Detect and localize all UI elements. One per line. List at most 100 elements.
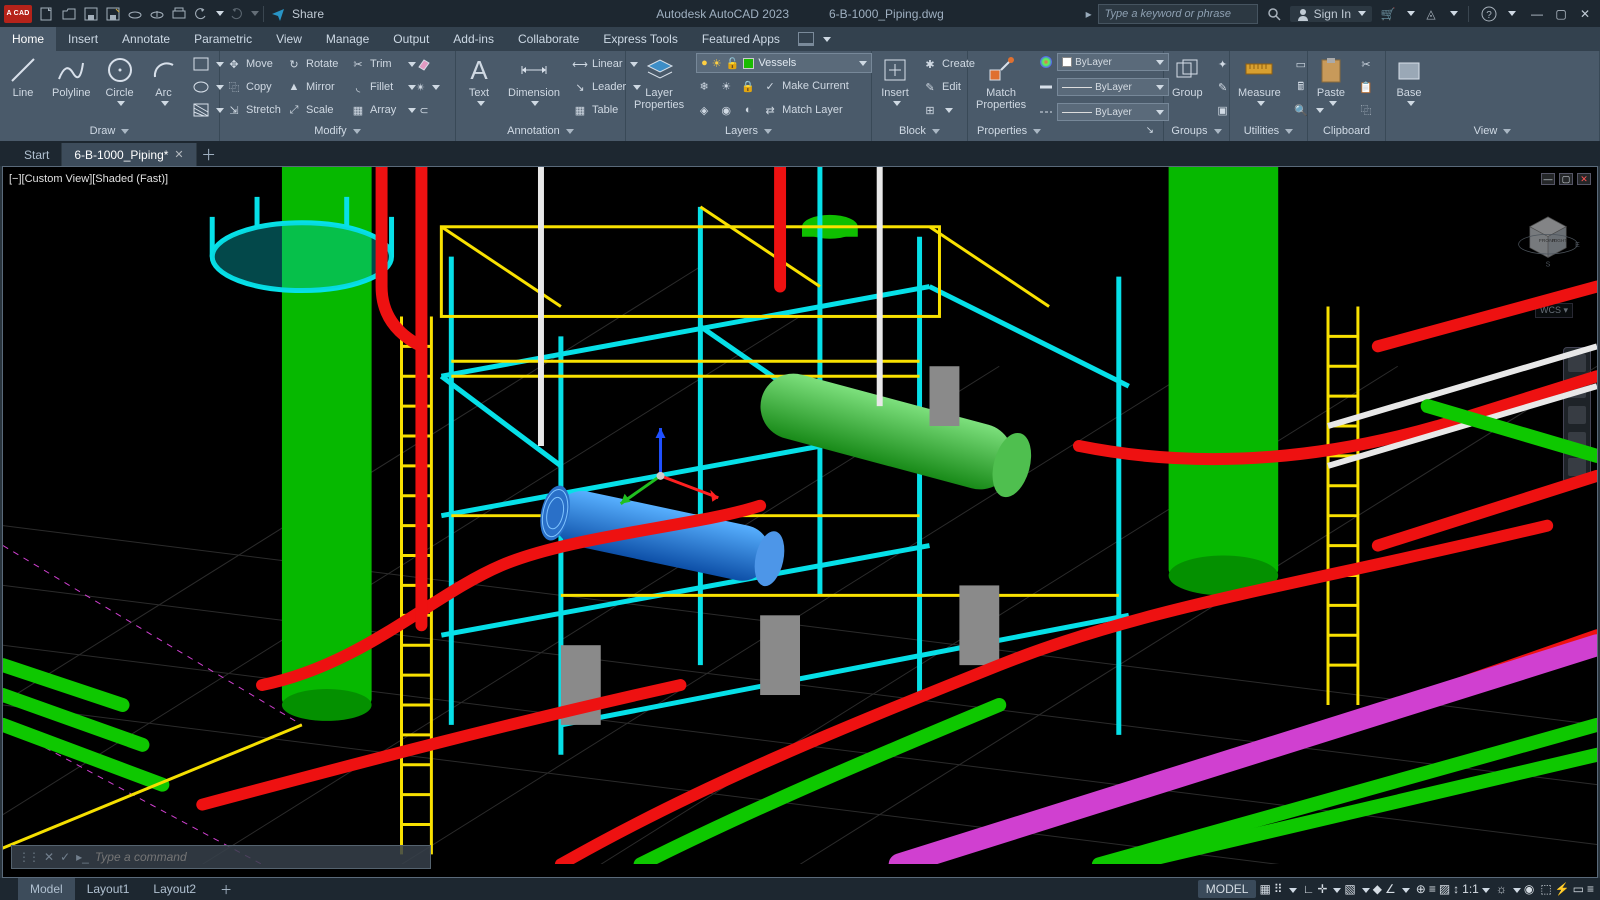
text-button[interactable]: AText	[462, 53, 496, 108]
isodraft-dropdown-icon[interactable]	[1359, 882, 1370, 896]
close-button[interactable]: ✕	[1576, 5, 1594, 23]
command-line[interactable]: ⋮⋮ ✕ ✓ ▸_	[11, 845, 431, 869]
mirror-button[interactable]: ▲Mirror	[286, 76, 350, 98]
dynamic-input-icon[interactable]: ⊕	[1416, 882, 1426, 896]
cart-dropdown-icon[interactable]	[1407, 11, 1415, 16]
plot-icon[interactable]	[169, 4, 189, 24]
stretch-button[interactable]: ⇲Stretch	[226, 99, 286, 121]
file-tab[interactable]: 6-B-1000_Piping*✕	[62, 143, 196, 167]
group-button[interactable]: Group	[1170, 53, 1205, 101]
trim-button[interactable]: ✂Trim	[350, 53, 416, 75]
autodesk-app-icon[interactable]: ◬	[1421, 4, 1441, 24]
otrack-dropdown-icon[interactable]	[1399, 882, 1410, 896]
tab-collaborate[interactable]: Collaborate	[506, 27, 591, 51]
model-tab[interactable]: Model	[18, 878, 75, 900]
clean-screen-icon[interactable]: ▭	[1573, 882, 1584, 896]
make-current-button[interactable]: ✓Make Current	[762, 75, 849, 97]
layer-tool1-icon[interactable]: ❄	[696, 75, 712, 97]
snap-dropdown-icon[interactable]	[1286, 882, 1297, 896]
polar-dropdown-icon[interactable]	[1330, 882, 1341, 896]
tab-view[interactable]: View	[264, 27, 314, 51]
layer-tool4-icon[interactable]: ◈	[696, 99, 712, 121]
layer-selector[interactable]: ●☀🔓 Vessels	[696, 53, 872, 73]
ungroup-icon[interactable]: ✦	[1215, 53, 1231, 75]
signin-button[interactable]: Sign In	[1290, 6, 1372, 22]
copy-clip-icon[interactable]: 📋	[1358, 76, 1374, 98]
isodraft-icon[interactable]: ▧	[1344, 882, 1355, 896]
search-icon[interactable]	[1264, 4, 1284, 24]
explode-icon[interactable]: ✴	[416, 76, 440, 98]
tab-parametric[interactable]: Parametric	[182, 27, 264, 51]
polar-icon[interactable]: ✛	[1317, 882, 1327, 896]
polyline-button[interactable]: Polyline	[50, 53, 93, 101]
grid-icon[interactable]: ▦	[1259, 882, 1270, 896]
ws-switch-icon[interactable]: ☼	[1496, 882, 1507, 896]
move-button[interactable]: ✥Move	[226, 53, 286, 75]
paste-button[interactable]: Paste	[1314, 53, 1348, 108]
offset-icon[interactable]: ⊂	[416, 99, 440, 121]
add-layout-button[interactable]: ＋	[208, 878, 244, 900]
layout2-tab[interactable]: Layout2	[141, 878, 208, 900]
arc-button[interactable]: Arc	[147, 53, 181, 108]
insert-button[interactable]: Insert	[878, 53, 912, 108]
new-icon[interactable]	[37, 4, 57, 24]
hatch-icon[interactable]	[193, 99, 224, 121]
layer-properties-button[interactable]: Layer Properties	[632, 53, 686, 113]
fillet-button[interactable]: ◟Fillet	[350, 76, 416, 98]
customize-icon[interactable]: ≡	[1587, 882, 1594, 896]
lineweight-selector[interactable]: ByLayer	[1057, 78, 1169, 96]
maximize-button[interactable]: ▢	[1552, 5, 1570, 23]
rotate-button[interactable]: ↻Rotate	[286, 53, 350, 75]
isolate-icon[interactable]: ⬚	[1540, 882, 1551, 896]
minimize-button[interactable]: —	[1528, 5, 1546, 23]
tab-express[interactable]: Express Tools	[591, 27, 689, 51]
ellipse-icon[interactable]	[193, 76, 224, 98]
saveas-icon[interactable]	[103, 4, 123, 24]
tab-manage[interactable]: Manage	[314, 27, 381, 51]
ws-dropdown-icon[interactable]	[1510, 882, 1521, 896]
cut-icon[interactable]: ✂	[1358, 53, 1374, 75]
rectangle-icon[interactable]	[193, 53, 224, 75]
layer-tool3-icon[interactable]: 🔒	[740, 75, 756, 97]
save-icon[interactable]	[81, 4, 101, 24]
hw-accel-icon[interactable]: ⚡	[1555, 882, 1570, 896]
array-button[interactable]: ▦Array	[350, 99, 416, 121]
copy-button[interactable]: ⿻Copy	[226, 76, 286, 98]
anno-scale-icon[interactable]: ↕	[1453, 882, 1459, 896]
close-tab-icon[interactable]: ✕	[174, 148, 183, 161]
layer-tool6-icon[interactable]: ◐	[740, 99, 756, 121]
share-plane-icon[interactable]	[268, 4, 288, 24]
circle-button[interactable]: Circle	[103, 53, 137, 108]
measure-button[interactable]: Measure	[1236, 53, 1283, 108]
paste-special-icon[interactable]: ⿻	[1358, 99, 1374, 121]
drawing-viewport[interactable]: [−][Custom View][Shaded (Fast)] — ▢ ✕ FR…	[2, 166, 1598, 878]
undo-dropdown-icon[interactable]	[216, 11, 224, 16]
layer-tool2-icon[interactable]: ☀	[718, 75, 734, 97]
panel-toggle-button[interactable]	[798, 32, 814, 46]
tab-featured[interactable]: Featured Apps	[690, 27, 792, 51]
cloud-save-icon[interactable]	[147, 4, 167, 24]
otrack-icon[interactable]: ∠	[1385, 882, 1396, 896]
appstore-dropdown-icon[interactable]	[1450, 11, 1458, 16]
line-button[interactable]: Line	[6, 53, 40, 101]
erase-icon[interactable]	[416, 53, 440, 75]
match-layer-button[interactable]: ⇄Match Layer	[762, 99, 843, 121]
panel-toggle-dropdown-icon[interactable]	[823, 37, 831, 42]
anno-monitor-icon[interactable]: ◉	[1524, 882, 1534, 896]
group-edit-icon[interactable]: ✎	[1215, 76, 1231, 98]
tab-home[interactable]: Home	[0, 27, 56, 51]
open-icon[interactable]	[59, 4, 79, 24]
match-properties-button[interactable]: Match Properties	[974, 53, 1028, 113]
add-tab-button[interactable]: ＋	[197, 144, 221, 165]
undo-icon[interactable]	[191, 4, 211, 24]
cloud-open-icon[interactable]	[125, 4, 145, 24]
transparency-icon[interactable]: ▨	[1439, 882, 1450, 896]
snap-icon[interactable]: ⠿	[1274, 882, 1283, 896]
scale-button[interactable]: ⤢Scale	[286, 99, 350, 121]
group-bbox-icon[interactable]: ▣	[1215, 99, 1231, 121]
layer-tool5-icon[interactable]: ◉	[718, 99, 734, 121]
help-dropdown-icon[interactable]	[1508, 11, 1516, 16]
base-button[interactable]: Base	[1392, 53, 1426, 108]
redo-icon[interactable]	[226, 4, 246, 24]
space-toggle[interactable]: MODEL	[1198, 880, 1257, 898]
